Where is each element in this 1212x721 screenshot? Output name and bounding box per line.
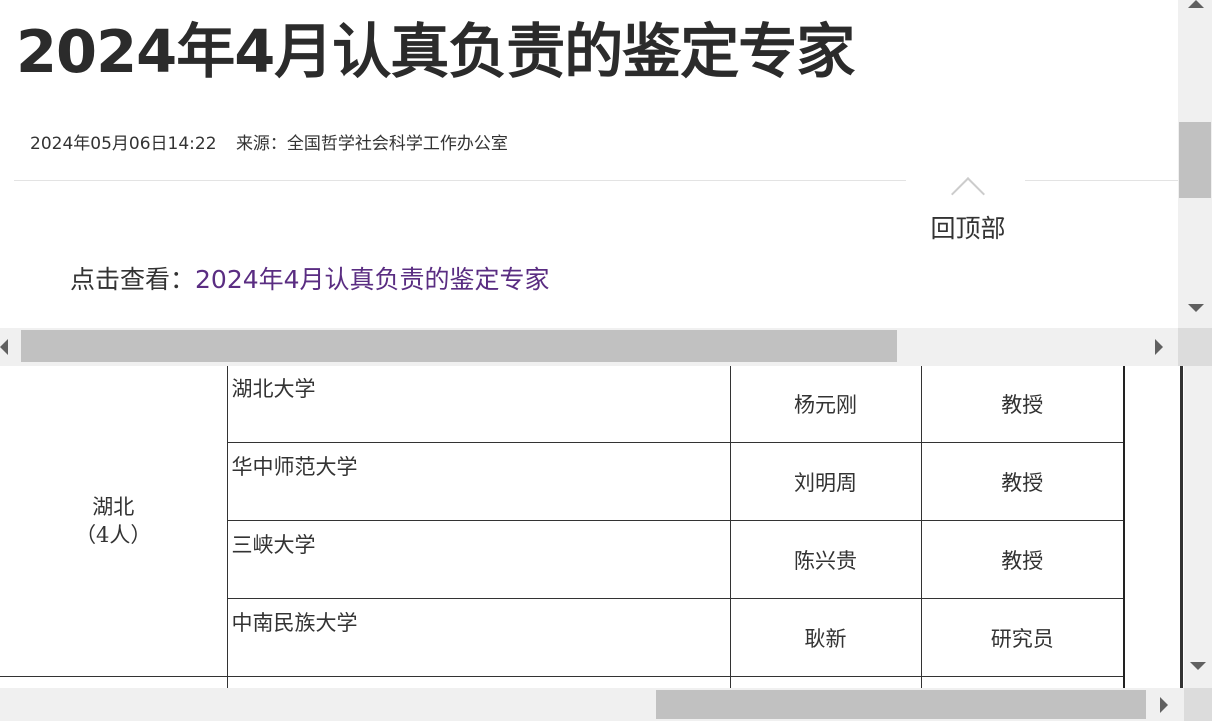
region-cell: 湖北 （4人）: [0, 366, 228, 677]
expert-title-cell: 教授: [920, 366, 1125, 443]
arrow-left-icon[interactable]: [0, 339, 8, 355]
expert-name-cell: 杨元刚: [729, 366, 922, 443]
expert-name-cell: 耿新: [729, 598, 922, 677]
scrollbar-thumb[interactable]: [1179, 122, 1211, 198]
article-source: 来源：全国哲学社会科学工作办公室: [235, 134, 508, 154]
click-view-line: 点击查看：2024年4月认真负责的鉴定专家: [70, 260, 550, 296]
back-to-top-label: 回顶部: [930, 214, 1006, 243]
expert-title-cell: 研究员: [920, 598, 1125, 677]
institution-cell: 三峡大学: [226, 520, 731, 599]
back-to-top-button[interactable]: 回顶部: [925, 176, 1011, 246]
article-vertical-scrollbar[interactable]: [1178, 0, 1212, 328]
table-horizontal-scrollbar[interactable]: [0, 688, 1212, 721]
region-label: 湖北: [92, 494, 135, 519]
region-count: （4人）: [75, 522, 152, 547]
table-row: 湖北 （4人） 湖北大学 杨元刚 教授: [0, 366, 1125, 677]
article-horizontal-scrollbar[interactable]: [0, 328, 1212, 366]
scrollbar-corner: [1184, 688, 1212, 721]
arrow-down-icon[interactable]: [1190, 662, 1206, 670]
divider: [14, 180, 906, 181]
article-pane: 2024年4月认真负责的鉴定专家 2024年05月06日14:22 来源：全国哲…: [0, 0, 1178, 328]
table-pane: 湖北 （4人） 湖北大学 杨元刚 教授 华中师范大学 刘明周 教授 三峡大学 陈…: [0, 366, 1212, 721]
divider: [1025, 180, 1178, 181]
expert-name-cell: 陈兴贵: [729, 520, 922, 599]
click-view-link[interactable]: 2024年4月认真负责的鉴定专家: [195, 265, 550, 294]
arrow-right-icon[interactable]: [1160, 697, 1168, 713]
scrollbar-thumb[interactable]: [21, 330, 897, 362]
scrollbar-thumb[interactable]: [656, 690, 1146, 719]
scrollbar-corner: [1178, 328, 1212, 366]
expert-title-cell: 教授: [920, 442, 1125, 521]
arrow-down-icon[interactable]: [1188, 304, 1204, 312]
expert-title-cell: 教授: [920, 520, 1125, 599]
expert-name-cell: 刘明周: [729, 442, 922, 521]
table-vertical-scrollbar[interactable]: [1184, 366, 1212, 688]
arrow-right-icon[interactable]: [1155, 339, 1163, 355]
arrow-up-icon[interactable]: [1188, 0, 1204, 8]
publish-date: 2024年05月06日14:22: [30, 134, 217, 154]
article-meta: 2024年05月06日14:22 来源：全国哲学社会科学工作办公室: [30, 129, 508, 154]
institution-cell: 华中师范大学: [226, 442, 731, 521]
institution-cell: 湖北大学: [226, 366, 731, 443]
experts-table: 湖北 （4人） 湖北大学 杨元刚 教授 华中师范大学 刘明周 教授 三峡大学 陈…: [0, 366, 1125, 721]
click-view-prefix: 点击查看：: [70, 265, 196, 294]
page-title: 2024年4月认真负责的鉴定专家: [16, 17, 855, 86]
institution-cell: 中南民族大学: [226, 598, 731, 677]
chevron-up-icon: [951, 177, 985, 211]
table-right-border: [1180, 366, 1183, 688]
